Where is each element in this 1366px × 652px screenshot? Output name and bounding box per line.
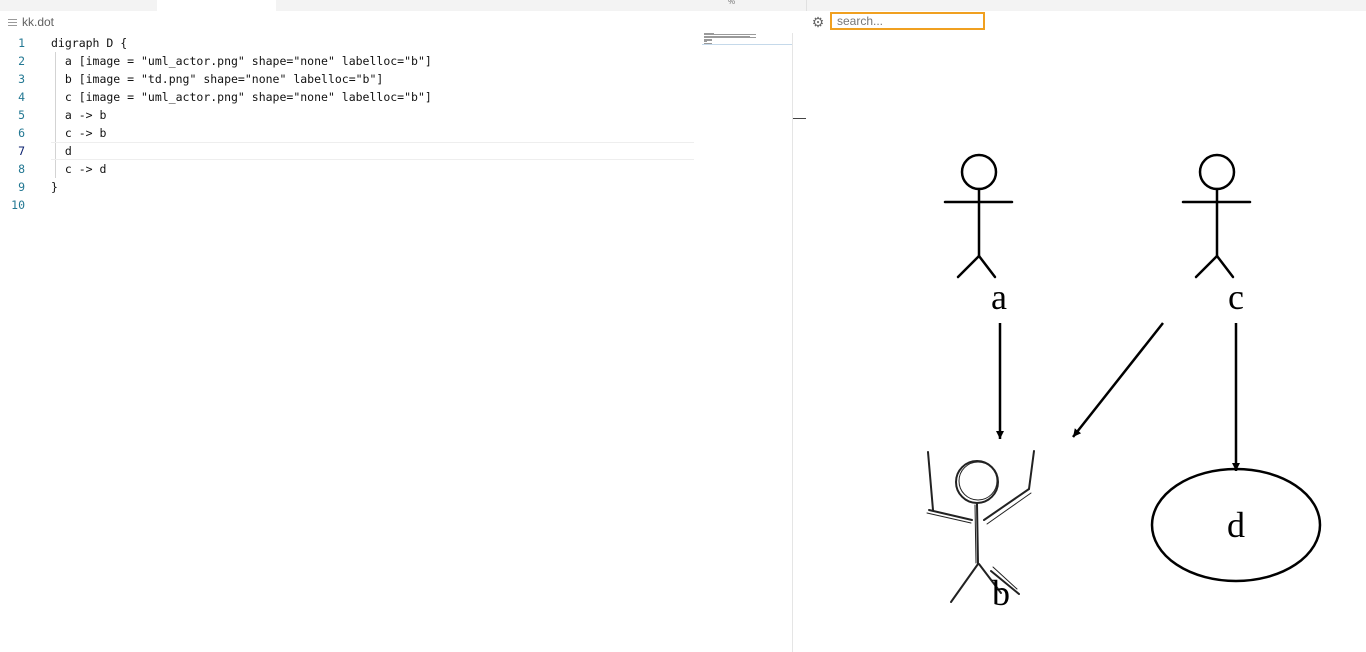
node-a[interactable]: a <box>943 153 1014 317</box>
line-number: 2 <box>18 54 25 68</box>
tab-divider <box>806 0 807 11</box>
line-text[interactable]: c -> b <box>51 124 107 142</box>
tab-strip: % <box>0 0 1366 11</box>
code-line[interactable]: 1 digraph D { <box>0 34 700 52</box>
edge-c-to-b <box>1072 322 1164 438</box>
tab-kk-dot[interactable] <box>157 0 276 11</box>
line-text[interactable]: } <box>51 178 58 196</box>
node-label-a: a <box>991 277 1007 317</box>
scrollbar-position-marker <box>793 118 806 119</box>
breadcrumb[interactable]: kk.dot <box>8 14 54 30</box>
graph-preview-pane: ⚙ a <box>807 11 1366 652</box>
minimap-line <box>704 37 757 39</box>
line-number: 7 <box>18 144 25 158</box>
line-text[interactable]: c -> d <box>51 160 107 178</box>
code-line[interactable]: 4 c [image = "uml_actor.png" shape="none… <box>0 88 700 106</box>
code-line[interactable]: 7 d <box>0 142 700 160</box>
code-line[interactable]: 5 a -> b <box>0 106 700 124</box>
line-number: 6 <box>18 126 25 140</box>
line-text[interactable]: d <box>51 142 72 160</box>
node-label-c: c <box>1228 277 1244 317</box>
code-line[interactable]: 6 c -> b <box>0 124 700 142</box>
line-number: 1 <box>18 36 25 50</box>
code-editor[interactable]: kk.dot 1 digraph D {2 a [image = "uml_act… <box>0 11 806 652</box>
minimap-slider[interactable] <box>702 44 792 45</box>
code-line[interactable]: 10 <box>0 196 700 214</box>
code-line[interactable]: 3 b [image = "td.png" shape="none" label… <box>0 70 700 88</box>
vertical-scrollbar[interactable] <box>792 33 793 652</box>
code-lines[interactable]: 1 digraph D {2 a [image = "uml_actor.png"… <box>0 34 700 214</box>
code-line[interactable]: 9} <box>0 178 700 196</box>
graph-canvas: a c b d <box>926 153 1322 613</box>
line-number: 5 <box>18 108 25 122</box>
line-text[interactable]: c [image = "uml_actor.png" shape="none" … <box>51 88 432 106</box>
line-number: 9 <box>18 180 25 194</box>
code-line[interactable]: 8 c -> d <box>0 160 700 178</box>
line-text[interactable]: digraph D { <box>51 34 127 52</box>
node-c[interactable]: c <box>1181 153 1252 317</box>
line-number: 3 <box>18 72 25 86</box>
line-number: 4 <box>18 90 25 104</box>
file-lines-icon <box>8 18 17 27</box>
line-text[interactable]: a [image = "uml_actor.png" shape="none" … <box>51 52 432 70</box>
node-label-b: b <box>992 573 1010 613</box>
uml-actor-icon <box>943 153 1014 279</box>
node-label-d: d <box>1227 505 1245 545</box>
node-d[interactable]: d <box>1150 467 1322 583</box>
line-text[interactable]: a -> b <box>51 106 107 124</box>
line-number: 10 <box>11 198 25 212</box>
node-b[interactable]: b <box>926 450 1035 613</box>
uml-actor-icon <box>1181 153 1252 279</box>
line-text[interactable]: b [image = "td.png" shape="none" labello… <box>51 70 384 88</box>
code-line[interactable]: 2 a [image = "uml_actor.png" shape="none… <box>0 52 700 70</box>
line-number: 8 <box>18 162 25 176</box>
split-editor-icon[interactable]: % <box>728 0 735 6</box>
td-sketch-figure <box>926 450 1035 603</box>
breadcrumb-filename[interactable]: kk.dot <box>22 15 54 29</box>
